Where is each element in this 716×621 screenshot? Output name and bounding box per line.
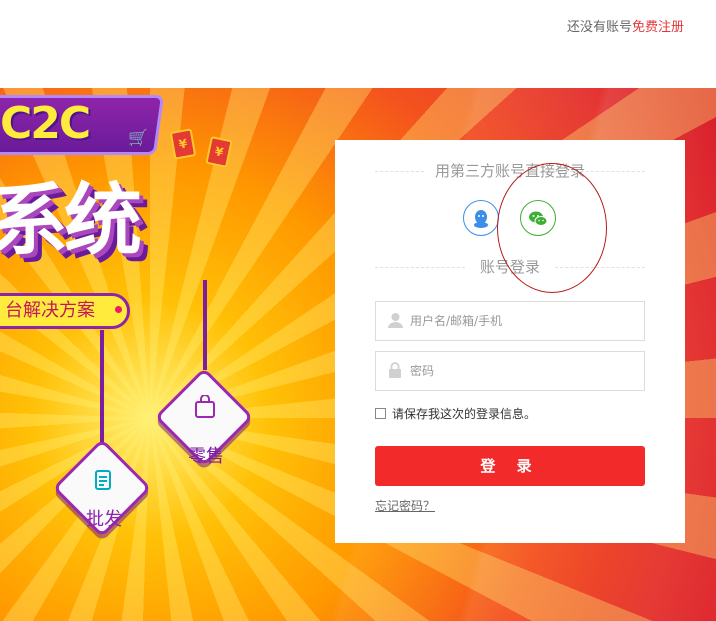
shopping-bag-icon: [194, 394, 216, 425]
wholesale-label: 批发: [86, 509, 122, 530]
remember-checkbox[interactable]: [375, 408, 386, 419]
red-envelope-icon: ¥: [169, 128, 197, 160]
third-party-login-title: 用第三方账号直接登录: [335, 160, 685, 181]
qq-icon: [474, 210, 488, 228]
stack-icon: [91, 468, 115, 498]
banner-dot: [115, 306, 122, 313]
remember-me[interactable]: 请保存我这次的登录信息。: [375, 405, 536, 422]
login-button[interactable]: 登 录: [375, 446, 645, 486]
forgot-password-link[interactable]: 忘记密码？: [375, 497, 435, 514]
no-account-text: 还没有账号: [566, 20, 632, 35]
banner-title: 系统: [0, 176, 142, 266]
retail-label: 零售: [188, 446, 224, 467]
banner-subtitle: 台解决方案: [0, 293, 130, 329]
annotation-circle: [497, 163, 607, 293]
banner-connector: [203, 280, 207, 370]
register-link[interactable]: 免费注册: [632, 20, 684, 35]
username-field: [375, 301, 645, 341]
username-input[interactable]: [410, 302, 640, 340]
banner-connector: [100, 330, 104, 450]
qq-login-button[interactable]: [463, 200, 499, 236]
banner-badge-text: C2C: [0, 98, 91, 149]
remember-label: 请保存我这次的登录信息。: [392, 407, 537, 421]
page: 还没有账号免费注册 C2C 🛒 ¥ ¥ 系统 台解决方案 零售 批发 用第三方账…: [0, 0, 716, 621]
divider: [375, 266, 465, 268]
register-prompt: 还没有账号免费注册: [567, 16, 684, 35]
cart-icon: 🛒: [128, 128, 148, 147]
top-bar: 还没有账号免费注册: [0, 0, 716, 88]
password-input[interactable]: [410, 352, 640, 390]
user-icon: [388, 312, 403, 332]
password-field: [375, 351, 645, 391]
lock-icon: [388, 362, 402, 382]
